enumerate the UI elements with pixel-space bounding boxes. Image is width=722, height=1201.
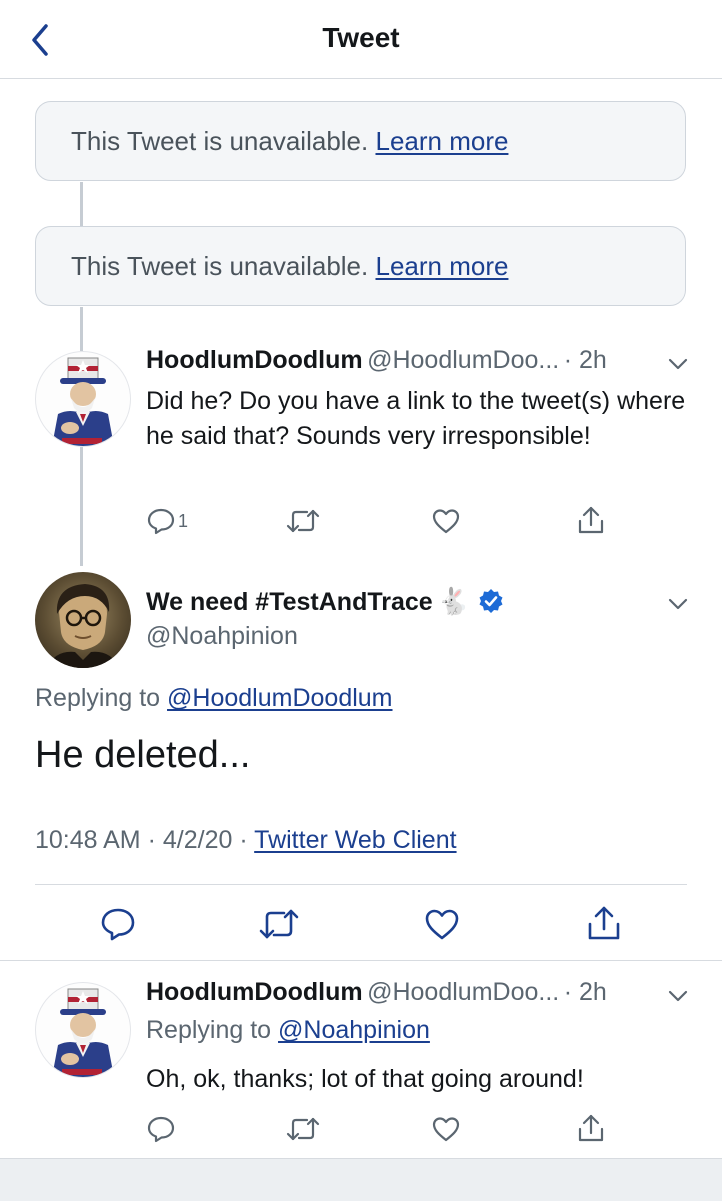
reply-count: 1	[178, 511, 189, 531]
retweet-icon	[286, 509, 320, 533]
top-bar: Tweet	[0, 0, 722, 79]
reply-button[interactable]	[146, 1114, 176, 1144]
tweet-date: 4/2/20	[162, 826, 233, 854]
replying-to-label: Replying to	[146, 1016, 272, 1044]
client-link[interactable]: Twitter Web Client	[254, 826, 456, 854]
retweet-button[interactable]	[258, 906, 300, 942]
retweet-button[interactable]	[286, 1114, 320, 1144]
share-icon	[578, 506, 604, 534]
portrait-avatar-image	[47, 584, 119, 668]
tweet-menu-button[interactable]	[666, 594, 690, 614]
author-name[interactable]: HoodlumDoodlum	[146, 978, 363, 1006]
retweet-icon	[259, 909, 299, 939]
author-name[interactable]: HoodlumDoodlum	[146, 346, 363, 374]
main-tweet-text: He deleted...	[35, 734, 251, 776]
chevron-down-icon	[668, 990, 688, 1002]
learn-more-link[interactable]: Learn more	[375, 251, 508, 281]
learn-more-link[interactable]: Learn more	[375, 126, 508, 156]
tweet-time: · 2h	[563, 978, 607, 1006]
tweet-menu-button[interactable]	[666, 354, 690, 374]
avatar[interactable]	[35, 572, 131, 668]
avatar[interactable]	[35, 982, 131, 1078]
tweet-time: · 2h	[563, 346, 607, 374]
tweet-text: Did he? Do you have a link to the tweet(…	[146, 387, 686, 450]
replying-to-link[interactable]: @HoodlumDoodlum	[167, 684, 392, 712]
reply-icon	[101, 908, 135, 941]
tweet-meta: HoodlumDoodlum @HoodlumDoo... · 2h	[146, 978, 686, 1012]
thread-line	[80, 447, 83, 566]
uncle-sam-avatar-image	[52, 988, 114, 1077]
reply-icon	[147, 1116, 175, 1143]
separator: ·	[239, 826, 248, 854]
timestamp-row: 10:48 AM · 4/2/20 · Twitter Web Client	[35, 826, 457, 855]
verified-badge-icon	[479, 589, 503, 613]
divider	[35, 884, 687, 885]
reply-button[interactable]	[100, 906, 136, 942]
divider	[0, 960, 722, 961]
tweet-menu-button[interactable]	[666, 986, 690, 1006]
thread-line	[80, 182, 83, 226]
share-icon	[588, 906, 620, 940]
heart-icon	[432, 1117, 460, 1142]
reply-button[interactable]: 1	[146, 506, 206, 536]
tweet-text: Oh, ok, thanks; lot of that going around…	[146, 1065, 584, 1093]
share-icon	[578, 1114, 604, 1142]
thread-line	[80, 307, 83, 351]
tweet-time: 10:48 AM	[35, 826, 141, 854]
tweet-meta: HoodlumDoodlum @HoodlumDoo... · 2h	[146, 346, 686, 380]
main-author-row: We need #TestAndTrace 🐇	[146, 586, 504, 620]
replying-to-label: Replying to	[35, 684, 161, 712]
like-button[interactable]	[424, 906, 460, 942]
chevron-down-icon	[668, 598, 688, 610]
author-handle[interactable]: @HoodlumDoo...	[367, 346, 559, 374]
unavailable-tweet-card: This Tweet is unavailable. Learn more	[35, 226, 686, 306]
retweet-icon	[286, 1117, 320, 1141]
avatar[interactable]	[35, 351, 131, 447]
separator: ·	[147, 826, 156, 854]
bottom-bar	[0, 1158, 722, 1201]
rabbit-emoji: 🐇	[437, 586, 470, 616]
unavailable-text: This Tweet is unavailable.	[71, 126, 369, 156]
share-button[interactable]	[576, 1112, 606, 1144]
uncle-sam-avatar-image	[52, 357, 114, 446]
page-title: Tweet	[322, 22, 400, 53]
author-handle[interactable]: @Noahpinion	[146, 622, 298, 651]
share-button[interactable]	[576, 504, 606, 536]
replying-to: Replying to @Noahpinion	[146, 1016, 430, 1045]
like-button[interactable]	[431, 506, 461, 536]
chevron-down-icon	[668, 358, 688, 370]
replying-to: Replying to @HoodlumDoodlum	[35, 684, 393, 713]
reply-icon	[147, 508, 175, 535]
unavailable-text: This Tweet is unavailable.	[71, 251, 369, 281]
author-handle[interactable]: @HoodlumDoo...	[367, 978, 559, 1006]
unavailable-tweet-card: This Tweet is unavailable. Learn more	[35, 101, 686, 181]
replying-to-link[interactable]: @Noahpinion	[278, 1016, 430, 1044]
like-button[interactable]	[431, 1114, 461, 1144]
retweet-button[interactable]	[286, 506, 320, 536]
heart-icon	[432, 509, 460, 534]
heart-icon	[425, 909, 459, 940]
share-button[interactable]	[586, 904, 622, 942]
author-name[interactable]: We need #TestAndTrace	[146, 588, 433, 616]
